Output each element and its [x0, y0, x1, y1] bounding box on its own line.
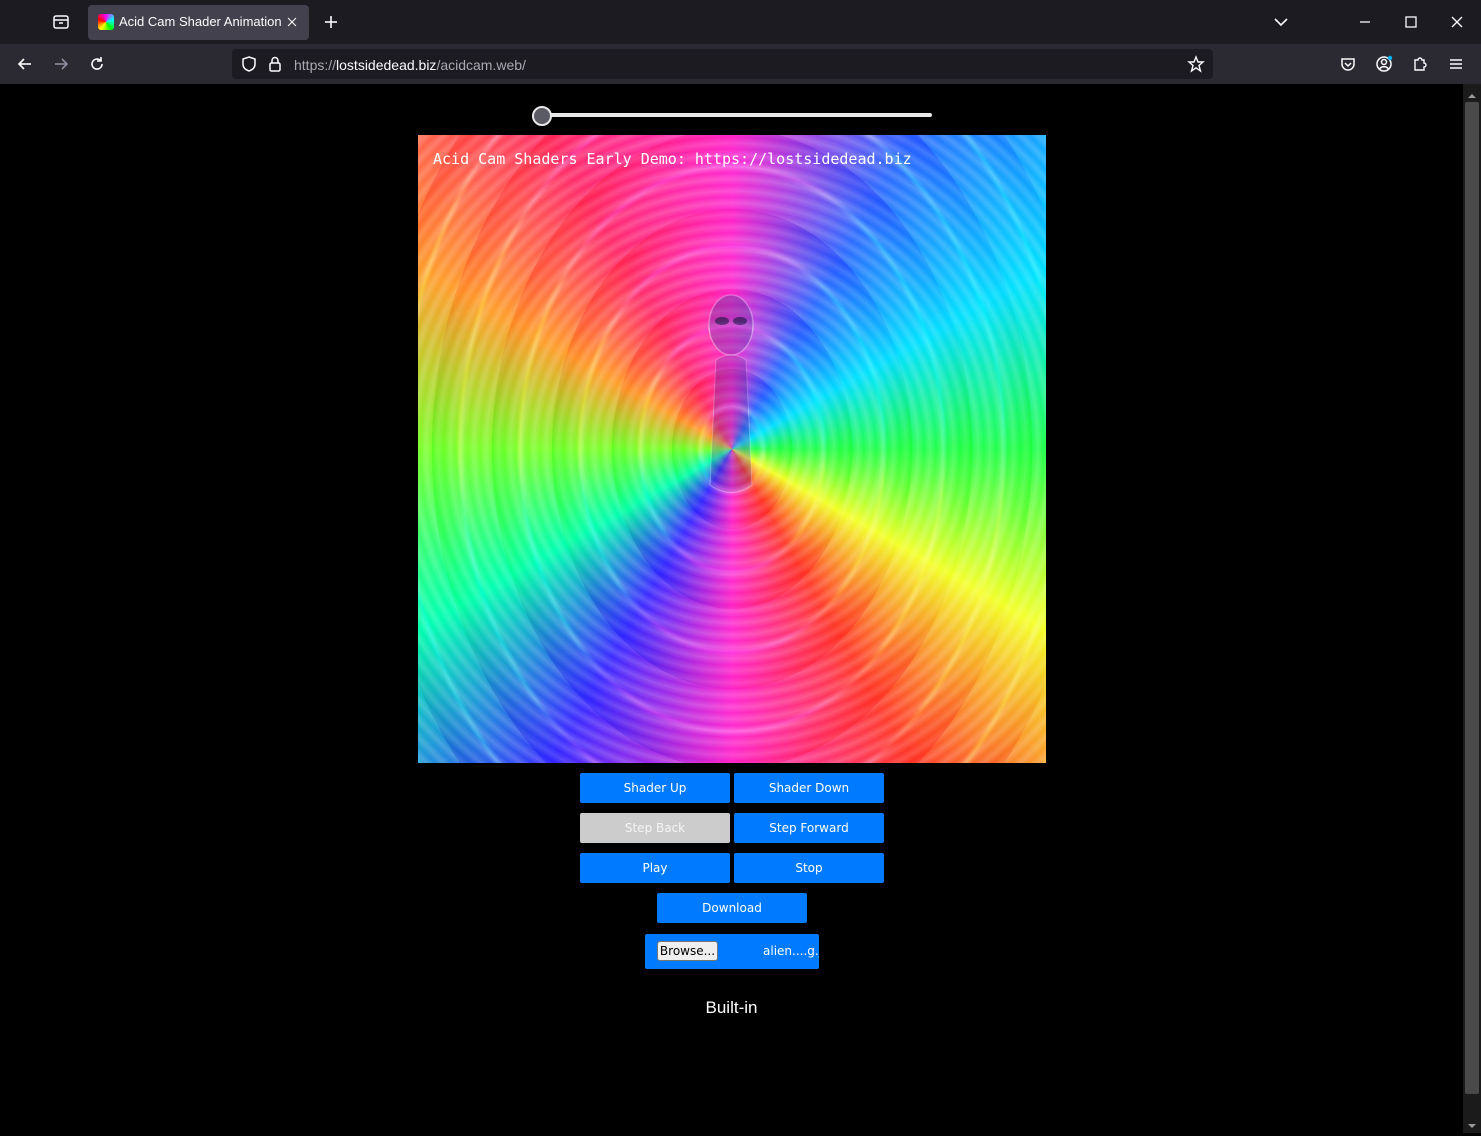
close-window-icon[interactable]	[1444, 10, 1470, 34]
lock-icon[interactable]	[264, 53, 286, 75]
minimize-icon[interactable]	[1352, 10, 1378, 34]
animation-slider[interactable]	[532, 104, 932, 126]
scrollbar-thumb[interactable]	[1465, 102, 1479, 1094]
reload-icon[interactable]	[84, 52, 110, 76]
alien-figure-image	[708, 294, 754, 493]
list-tabs-chevron-down-icon[interactable]	[1268, 10, 1294, 34]
file-input[interactable]: Browse... alien....g.jp	[645, 934, 819, 969]
account-icon[interactable]	[1371, 52, 1397, 76]
tab-bar: Acid Cam Shader Animation	[0, 0, 1481, 44]
browse-button[interactable]: Browse...	[657, 941, 718, 961]
pocket-icon[interactable]	[1335, 52, 1361, 76]
step-forward-button[interactable]: Step Forward	[734, 813, 884, 843]
tab-active[interactable]: Acid Cam Shader Animation	[88, 5, 309, 40]
url-scheme: https://	[294, 57, 337, 73]
shader-up-button[interactable]: Shader Up	[580, 773, 730, 803]
url-host: lostsidedead.biz	[336, 57, 437, 73]
back-arrow-icon[interactable]	[12, 52, 38, 76]
step-back-button[interactable]: Step Back	[580, 813, 730, 843]
close-tab-icon[interactable]	[281, 11, 303, 33]
forward-arrow-icon[interactable]	[48, 52, 74, 76]
firefox-view-icon[interactable]	[48, 10, 74, 34]
maximize-icon[interactable]	[1398, 10, 1424, 34]
selected-file-name: alien....g.jp	[763, 944, 819, 958]
shader-mode-label: Built-in	[705, 998, 758, 1017]
bookmark-star-icon[interactable]	[1185, 53, 1207, 75]
stop-button[interactable]: Stop	[734, 853, 884, 883]
shader-canvas: Acid Cam Shaders Early Demo: https://los…	[418, 135, 1046, 763]
new-tab-icon[interactable]	[318, 10, 344, 34]
scroll-up-arrow-icon[interactable]	[1465, 88, 1479, 98]
hamburger-menu-icon[interactable]	[1443, 52, 1469, 76]
download-button[interactable]: Download	[657, 893, 807, 923]
extensions-puzzle-icon[interactable]	[1407, 52, 1433, 76]
canvas-overlay-text: Acid Cam Shaders Early Demo: https://los…	[433, 150, 912, 168]
slider-thumb[interactable]	[532, 106, 552, 126]
tracking-protection-shield-icon[interactable]	[238, 53, 260, 75]
url-bar[interactable]: https://lostsidedead.biz/acidcam.web/	[232, 49, 1213, 79]
tab-favicon-icon	[98, 14, 114, 30]
scroll-down-arrow-icon[interactable]	[1465, 1118, 1479, 1128]
play-button[interactable]: Play	[580, 853, 730, 883]
tab-title: Acid Cam Shader Animation	[119, 14, 282, 29]
shader-down-button[interactable]: Shader Down	[734, 773, 884, 803]
url-text[interactable]: https://lostsidedead.biz/acidcam.web/	[294, 57, 526, 73]
url-path: /acidcam.web/	[436, 57, 526, 73]
slider-track[interactable]	[542, 113, 932, 117]
